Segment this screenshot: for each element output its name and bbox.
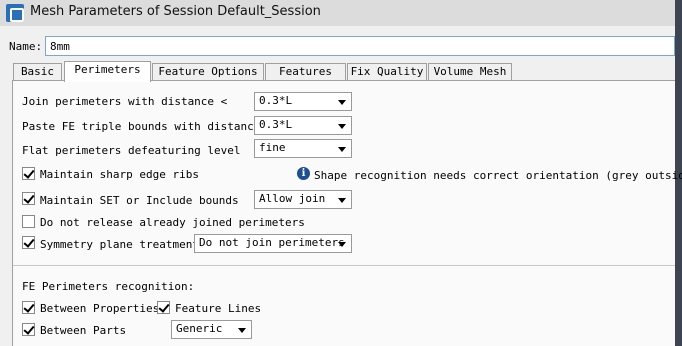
chevron-down-icon: [338, 147, 346, 152]
window-title: Mesh Parameters of Session Default_Sessi…: [30, 4, 321, 19]
paste-distance-label: Paste FE triple bounds with distance <: [22, 120, 274, 133]
name-label: Name:: [9, 40, 43, 53]
fe-recognition-heading: FE Perimeters recognition:: [22, 280, 195, 293]
chevron-down-icon: [338, 100, 346, 105]
join-distance-value: 0.3*L: [259, 94, 293, 107]
symmetry-label: Symmetry plane treatment: [40, 238, 199, 251]
symmetry-combo[interactable]: Do not join perimeters: [194, 234, 352, 253]
tab-basic[interactable]: Basic: [13, 63, 62, 81]
name-input[interactable]: [45, 36, 675, 56]
between-parts-label: Between Parts: [40, 324, 127, 337]
maintain-set-label: Maintain SET or Include bounds: [40, 194, 239, 207]
no-release-checkbox[interactable]: [22, 215, 35, 228]
no-release-label: Do not release already joined perimeters: [40, 216, 305, 229]
symmetry-value: Do not join perimeters: [199, 236, 345, 249]
feature-lines-checkbox[interactable]: [157, 301, 170, 314]
paste-distance-value: 0.3*L: [259, 118, 293, 131]
flat-level-value: fine: [259, 141, 286, 154]
feature-lines-label: Feature Lines: [175, 302, 262, 315]
sharp-edge-checkbox[interactable]: [22, 167, 35, 180]
window-titlebar: Mesh Parameters of Session Default_Sessi…: [0, 0, 682, 26]
between-parts-value: Generic: [176, 322, 223, 335]
orientation-info-text: Shape recognition needs correct orientat…: [314, 169, 682, 182]
between-properties-label: Between Properties: [40, 302, 160, 315]
sharp-edge-label: Maintain sharp edge ribs: [40, 168, 199, 181]
chevron-down-icon: [338, 124, 346, 129]
tab-fix-quality[interactable]: Fix Quality: [347, 63, 427, 81]
app-icon: [6, 4, 24, 22]
symmetry-checkbox[interactable]: [22, 236, 35, 249]
join-distance-combo[interactable]: 0.3*L: [254, 92, 352, 111]
tab-perimeters[interactable]: Perimeters: [64, 61, 151, 82]
chevron-down-icon: [338, 198, 346, 203]
section-divider: [13, 265, 675, 266]
tab-feature-options[interactable]: Feature Options: [152, 63, 264, 81]
maintain-set-value: Allow join: [259, 192, 326, 205]
between-parts-checkbox[interactable]: [22, 323, 35, 336]
info-icon: i: [297, 167, 310, 180]
chevron-down-icon: [238, 328, 246, 333]
flat-level-combo[interactable]: fine: [254, 139, 352, 158]
tab-features[interactable]: Features: [265, 63, 346, 81]
join-distance-label: Join perimeters with distance <: [22, 95, 228, 108]
between-properties-checkbox[interactable]: [22, 301, 35, 314]
flat-level-label: Flat perimeters defeaturing level: [22, 144, 241, 157]
tab-volume-mesh[interactable]: Volume Mesh: [428, 63, 512, 81]
maintain-set-combo[interactable]: Allow join: [254, 190, 352, 209]
paste-distance-combo[interactable]: 0.3*L: [254, 116, 352, 135]
between-parts-combo[interactable]: Generic: [171, 320, 252, 339]
maintain-set-checkbox[interactable]: [22, 192, 35, 205]
chevron-down-icon: [338, 242, 346, 247]
